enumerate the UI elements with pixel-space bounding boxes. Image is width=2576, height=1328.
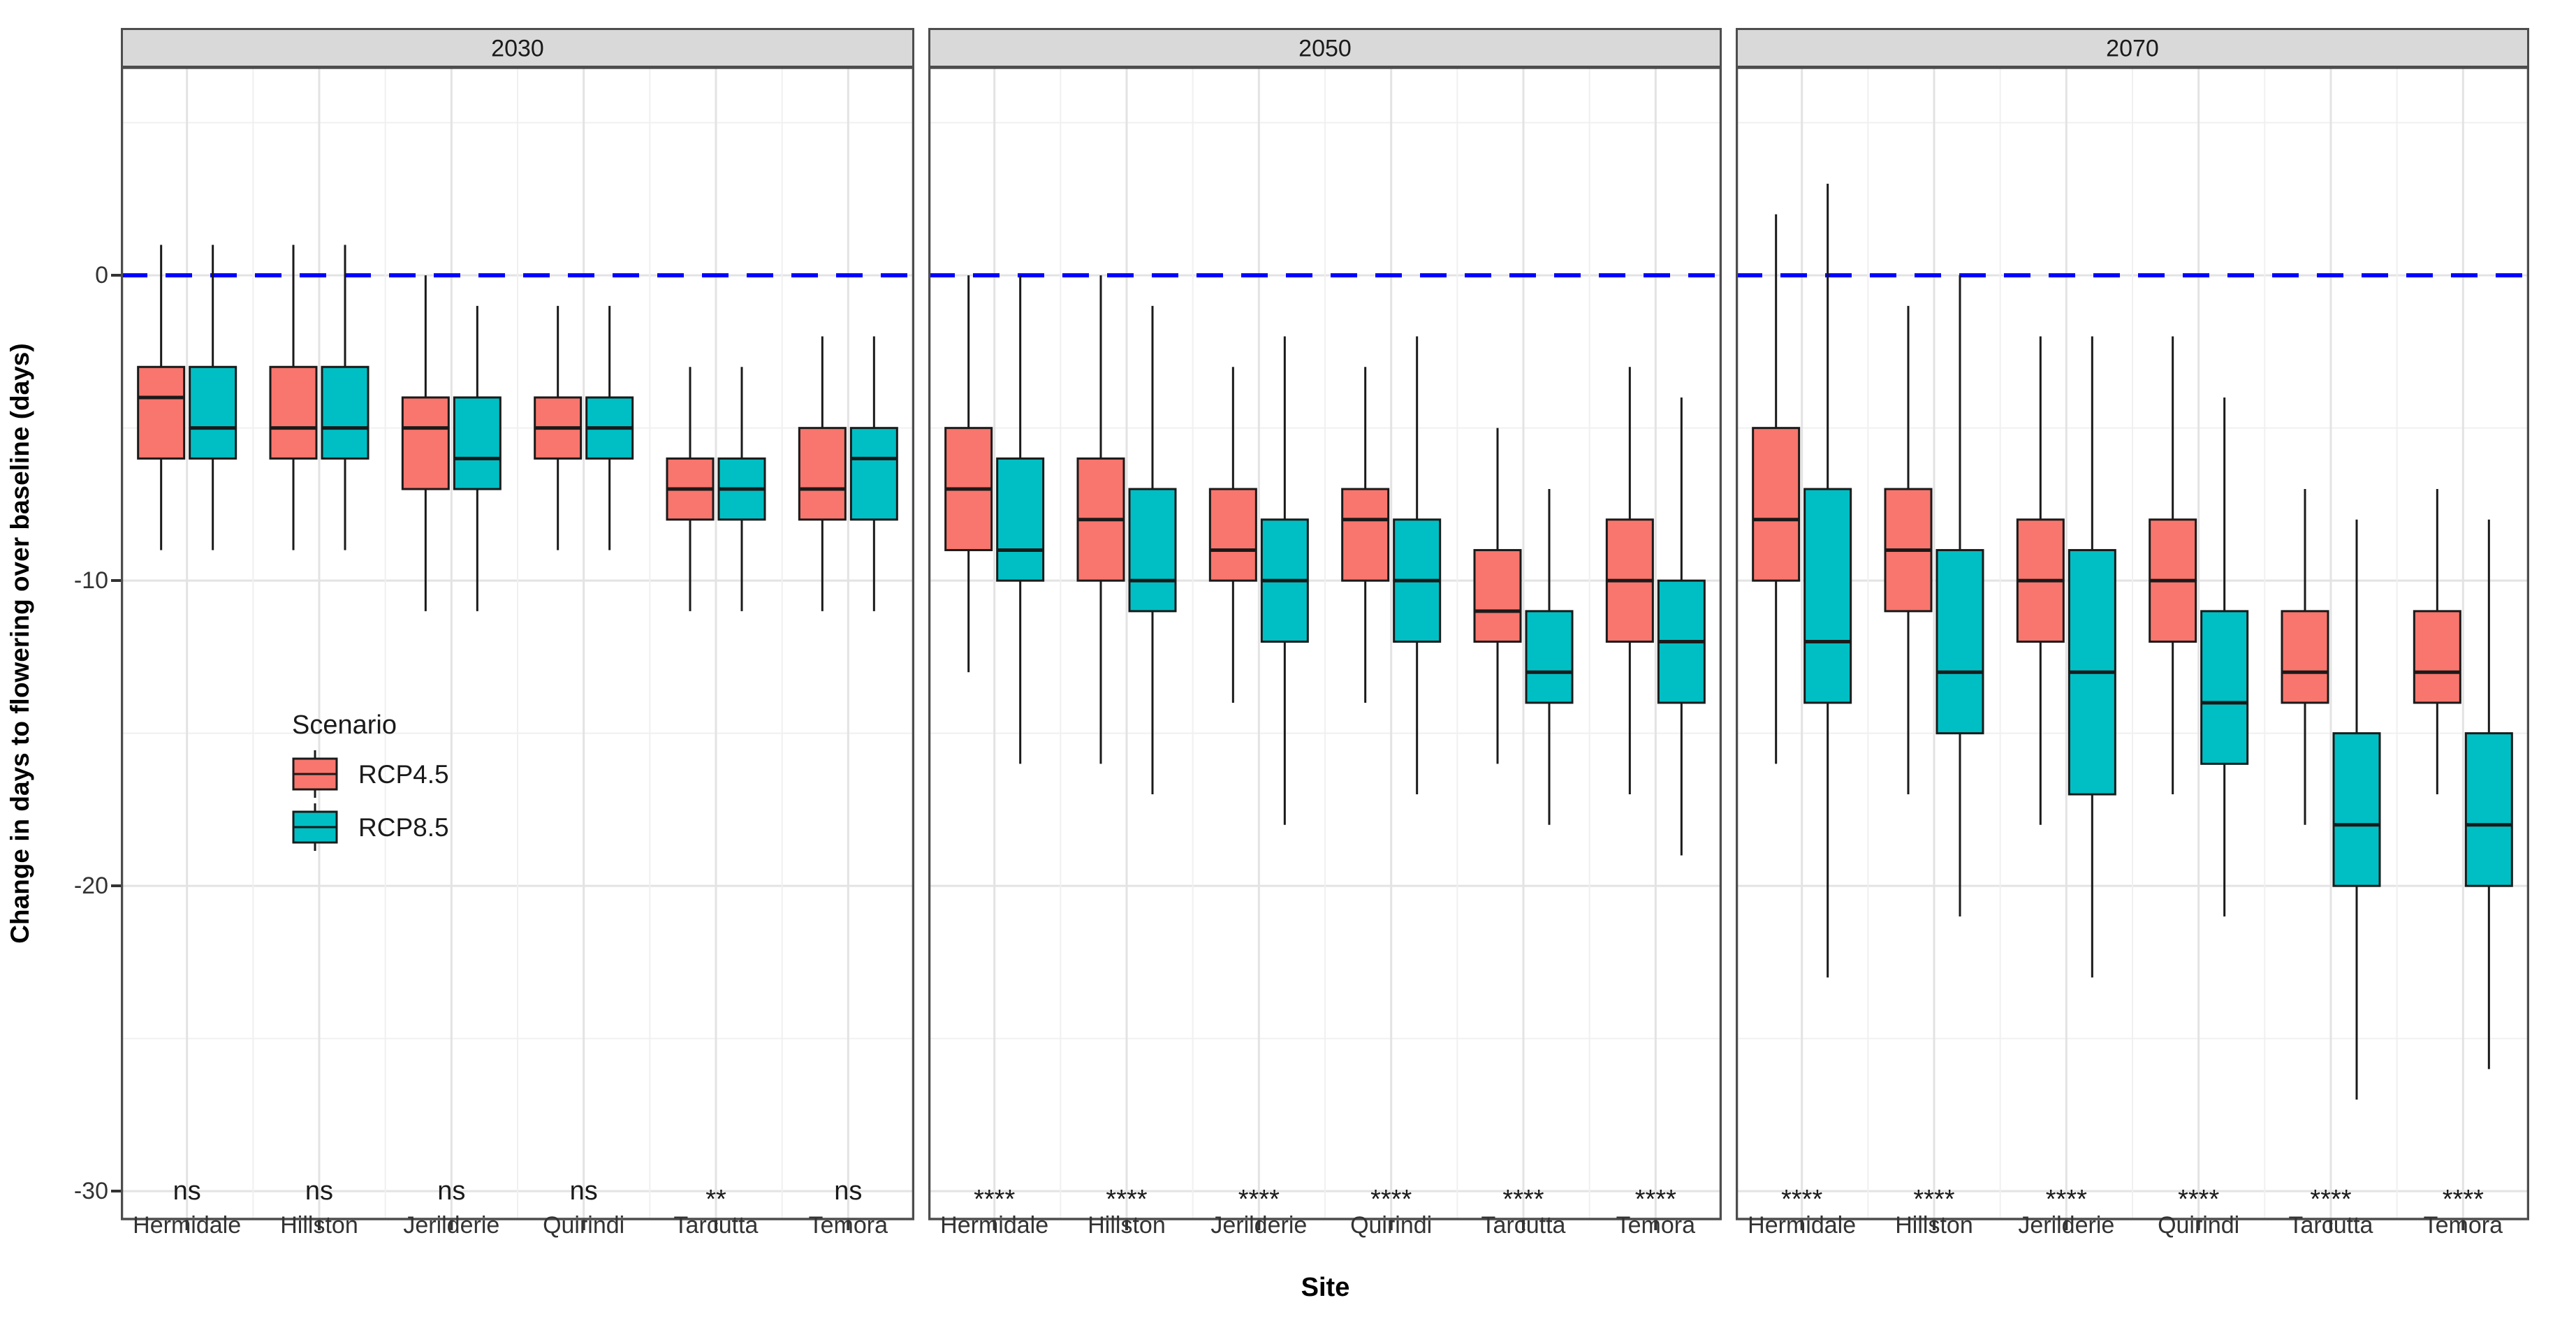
box-iqr <box>1526 611 1572 703</box>
y-axis-title: Change in days to flowering over baselin… <box>6 343 35 943</box>
facet-2030: nsnsnsns**nsScenarioRCP4.5RCP8.52030Herm… <box>121 28 914 1236</box>
box-iqr <box>2466 734 2512 886</box>
x-axis-title: Site <box>121 1273 2530 1303</box>
significance-label: **** <box>1502 1185 1544 1214</box>
y-tick-mark <box>111 579 121 582</box>
box-iqr <box>138 367 184 458</box>
x-tick-label-Tarcutta: Tarcutta <box>2254 1212 2408 1239</box>
significance-label: ns <box>570 1176 598 1206</box>
facet-svg-2050: **** **** **** **** **** **** 2050 <box>928 28 1722 1233</box>
box-iqr <box>1342 489 1389 581</box>
x-tick-label-Hillston: Hillston <box>242 1212 396 1239</box>
legend-title: Scenario <box>292 710 397 740</box>
facet-strip-label: 2070 <box>2106 36 2159 62</box>
box-iqr <box>2334 734 2380 886</box>
significance-label: **** <box>1238 1185 1280 1214</box>
box-iqr <box>1210 489 1256 581</box>
box-iqr <box>1805 489 1851 703</box>
box-iqr <box>997 458 1044 581</box>
box-iqr <box>799 428 845 520</box>
x-tick-label-Hillston: Hillston <box>1857 1212 2011 1239</box>
box-iqr <box>1474 550 1521 641</box>
facet-svg-2030: ns ns ns ns ** ns Scenario RCP4.5 RCP8.5 2030 <box>121 28 914 1233</box>
box-iqr <box>1753 428 1799 581</box>
x-tick-label-Jerilderie: Jerilderie <box>1182 1212 1335 1239</box>
facet-2050: ************************2050HermidaleHil… <box>928 28 1722 1236</box>
y-tick-mark <box>111 884 121 887</box>
significance-label: **** <box>1106 1185 1147 1214</box>
significance-label: ns <box>173 1176 201 1206</box>
significance-label: **** <box>2046 1185 2087 1214</box>
significance-label: **** <box>1781 1185 1822 1214</box>
x-tick-label-Temora: Temora <box>2386 1212 2540 1239</box>
facet-2070: ************************2070HermidaleHil… <box>1736 28 2529 1236</box>
y-tick-label--10: -10 <box>17 567 108 594</box>
facet-strip-label: 2050 <box>1298 36 1352 62</box>
y-tick-label--30: -30 <box>17 1177 108 1205</box>
significance-label: **** <box>1370 1185 1412 1214</box>
significance-label: **** <box>2178 1185 2219 1214</box>
x-tick-label-Quirindi: Quirindi <box>2122 1212 2276 1239</box>
significance-label: ns <box>437 1176 465 1206</box>
y-tick-mark <box>111 1190 121 1192</box>
box-iqr <box>190 367 236 458</box>
box-iqr <box>1937 550 1983 733</box>
significance-label: **** <box>2310 1185 2351 1214</box>
y-tick-label--20: -20 <box>17 872 108 900</box>
significance-label: **** <box>974 1185 1015 1214</box>
x-tick-label-Tarcutta: Tarcutta <box>1447 1212 1600 1239</box>
box-iqr <box>2282 611 2328 703</box>
x-tick-label-Quirindi: Quirindi <box>507 1212 661 1239</box>
box-iqr <box>2414 611 2460 703</box>
x-tick-label-Tarcutta: Tarcutta <box>639 1212 793 1239</box>
significance-label: **** <box>2443 1185 2484 1214</box>
x-tick-label-Jerilderie: Jerilderie <box>374 1212 528 1239</box>
facet-strip-label: 2030 <box>491 36 544 62</box>
box-iqr <box>454 397 500 489</box>
box-iqr <box>1129 489 1176 611</box>
boxplot-figure: Change in days to flowering over baselin… <box>0 0 2576 1328</box>
x-tick-label-Hermidale: Hermidale <box>1725 1212 1879 1239</box>
legend-label: RCP8.5 <box>358 813 449 842</box>
box-iqr <box>402 397 448 489</box>
box-iqr <box>851 428 897 520</box>
box-iqr <box>270 367 316 458</box>
y-tick-label-0: 0 <box>17 261 108 289</box>
facet-panels: ns ns ns ns ** ns Scenario RCP4.5 RCP8.5 2030 Herm… <box>121 28 2530 1278</box>
significance-label: **** <box>1913 1185 1954 1214</box>
x-tick-label-Hillston: Hillston <box>1050 1212 1203 1239</box>
significance-label: ** <box>705 1185 726 1214</box>
x-tick-label-Hermidale: Hermidale <box>918 1212 1071 1239</box>
x-tick-label-Jerilderie: Jerilderie <box>1989 1212 2143 1239</box>
box-iqr <box>322 367 368 458</box>
significance-label: ns <box>834 1176 862 1206</box>
x-tick-label-Quirindi: Quirindi <box>1315 1212 1468 1239</box>
x-tick-label-Temora: Temora <box>771 1212 925 1239</box>
box-iqr <box>2202 611 2248 764</box>
x-tick-label-Hermidale: Hermidale <box>110 1212 264 1239</box>
significance-label: **** <box>1635 1185 1676 1214</box>
legend-label: RCP4.5 <box>358 760 449 789</box>
facet-svg-2070: **** **** **** **** **** **** 2070 <box>1736 28 2529 1233</box>
significance-label: ns <box>305 1176 333 1206</box>
y-tick-mark <box>111 274 121 277</box>
x-tick-label-Temora: Temora <box>1579 1212 1732 1239</box>
